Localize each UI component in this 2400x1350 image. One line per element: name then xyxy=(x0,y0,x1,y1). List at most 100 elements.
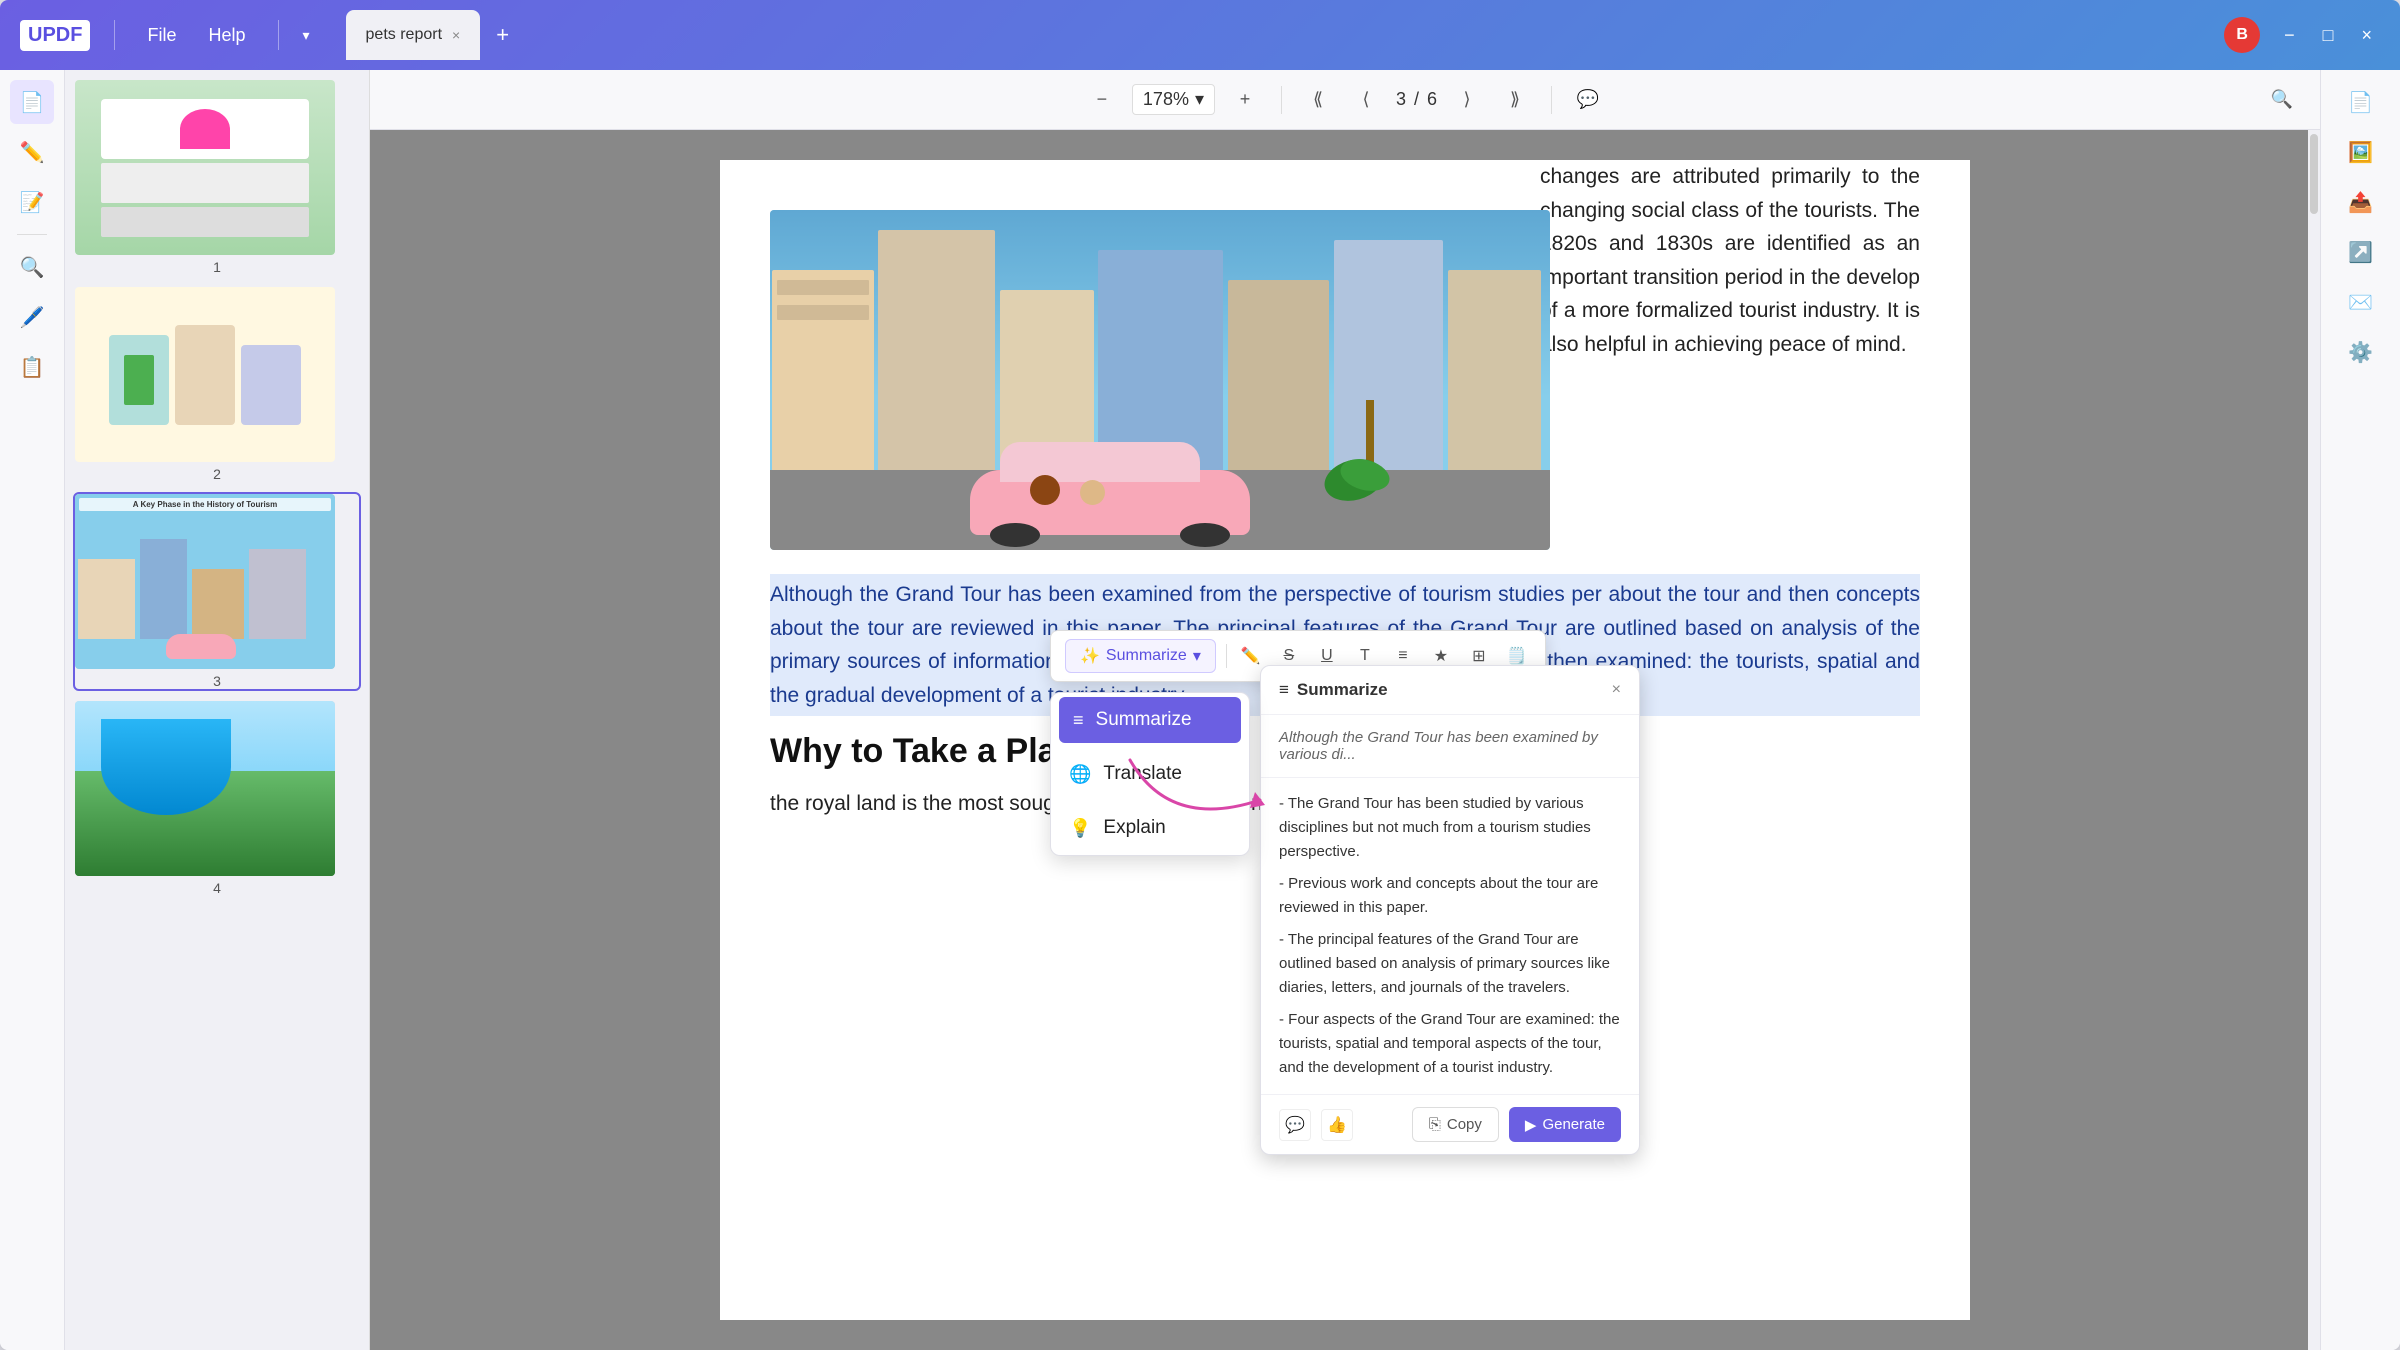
toolbar-right: 🔍 xyxy=(2264,82,2300,118)
summarize-panel: ≡ Summarize × Although the Grand Tour ha… xyxy=(1260,665,1640,1155)
bullet-3: - The principal features of the Grand To… xyxy=(1279,928,1621,1000)
copy-btn[interactable]: ⎘ Copy xyxy=(1412,1107,1499,1142)
close-btn[interactable]: × xyxy=(2353,21,2380,50)
bullet-2: - Previous work and concepts about the t… xyxy=(1279,872,1621,920)
app-logo: UPDF xyxy=(20,20,90,51)
footer-icons: 💬 👍 xyxy=(1279,1109,1353,1141)
panel-close-btn[interactable]: × xyxy=(1612,681,1621,699)
menu-item-explain[interactable]: 💡 Explain xyxy=(1051,801,1249,855)
summarize-dropdown-btn[interactable]: ✨ Summarize ▾ xyxy=(1065,639,1216,673)
scroll-thumb[interactable] xyxy=(2310,134,2318,214)
right-icon-image[interactable]: 🖼️ xyxy=(2339,130,2383,174)
translate-menu-label: Translate xyxy=(1103,763,1182,785)
scrollbar[interactable] xyxy=(2308,130,2320,1350)
left-sidebar: 📄 ✏️ 📝 🔍 🖊️ 📋 xyxy=(0,70,65,1350)
translate-menu-icon: 🌐 xyxy=(1069,764,1091,785)
zoom-level: 178% xyxy=(1143,89,1189,110)
comment-btn[interactable]: 💬 xyxy=(1570,82,1606,118)
thumb-img-2 xyxy=(75,287,335,462)
panel-title-text: Summarize xyxy=(1297,680,1388,700)
summarize-menu-icon: ≡ xyxy=(1073,710,1084,731)
panel-header: ≡ Summarize × xyxy=(1261,666,1639,715)
zoom-dropdown-icon: ▾ xyxy=(1195,89,1204,110)
tab-area: pets report × + xyxy=(346,10,510,60)
sidebar-icon-stamp[interactable]: 🖊️ xyxy=(10,295,54,339)
zoom-in-btn[interactable]: + xyxy=(1227,82,1263,118)
thumbnail-3[interactable]: A Key Phase in the History of Tourism 3 xyxy=(75,494,359,689)
thumb-num-4: 4 xyxy=(75,880,359,896)
page-main-image xyxy=(770,210,1550,550)
right-icon-document[interactable]: 📄 xyxy=(2339,80,2383,124)
right-icon-share[interactable]: ↗️ xyxy=(2339,230,2383,274)
minimize-btn[interactable]: − xyxy=(2276,21,2303,50)
menu-item-summarize[interactable]: ≡ Summarize xyxy=(1059,697,1241,743)
page-sep: / xyxy=(1414,89,1419,110)
current-page: 3 xyxy=(1396,89,1406,110)
panel-title: ≡ Summarize xyxy=(1279,680,1388,700)
app-window: UPDF File Help ▾ pets report × + B − □ ×… xyxy=(0,0,2400,1350)
generate-label: Generate xyxy=(1542,1116,1605,1133)
footer-like-btn[interactable]: 👍 xyxy=(1321,1109,1353,1141)
right-text-column: changes are attributed primarily to the … xyxy=(1540,160,1920,362)
copy-label: Copy xyxy=(1447,1116,1482,1133)
footer-actions: ⎘ Copy ▶ Generate xyxy=(1412,1107,1621,1142)
zoom-out-btn[interactable]: − xyxy=(1084,82,1120,118)
right-icon-extract[interactable]: 📤 xyxy=(2339,180,2383,224)
bullet-4: - Four aspects of the Grand Tour are exa… xyxy=(1279,1008,1621,1080)
sidebar-icon-search[interactable]: 🔍 xyxy=(10,245,54,289)
magic-icon: ✨ xyxy=(1080,646,1100,666)
right-panel: 📄 🖼️ 📤 ↗️ ✉️ ⚙️ xyxy=(2320,70,2400,1350)
tab-close-btn[interactable]: × xyxy=(452,27,460,43)
summarize-menu-label: Summarize xyxy=(1096,709,1192,731)
page-next-btn[interactable]: ⟩ xyxy=(1449,82,1485,118)
footer-comment-btn[interactable]: 💬 xyxy=(1279,1109,1311,1141)
window-controls: − □ × xyxy=(2276,21,2380,50)
summarize-label: Summarize xyxy=(1106,647,1187,665)
explain-menu-icon: 💡 xyxy=(1069,818,1091,839)
doc-area: changes are attributed primarily to the … xyxy=(370,130,2320,1350)
thumb-num-2: 2 xyxy=(75,466,359,482)
generate-btn[interactable]: ▶ Generate xyxy=(1509,1107,1621,1142)
page-first-btn[interactable]: ⟪ xyxy=(1300,82,1336,118)
sidebar-icon-document[interactable]: 📄 xyxy=(10,80,54,124)
search-btn[interactable]: 🔍 xyxy=(2264,82,2300,118)
page-prev-btn[interactable]: ⟨ xyxy=(1348,82,1384,118)
titlebar-right: B − □ × xyxy=(2224,17,2380,53)
panel-title-icon: ≡ xyxy=(1279,680,1289,700)
bullet-1: - The Grand Tour has been studied by var… xyxy=(1279,792,1621,864)
generate-icon: ▶ xyxy=(1525,1116,1537,1134)
sidebar-icon-edit[interactable]: ✏️ xyxy=(10,130,54,174)
menu-file[interactable]: File xyxy=(139,21,184,50)
tab-pets-report[interactable]: pets report × xyxy=(346,10,481,60)
panel-preview: Although the Grand Tour has been examine… xyxy=(1261,715,1639,778)
thumb-img-4 xyxy=(75,701,335,876)
toolbar: − 178% ▾ + ⟪ ⟨ 3 / 6 ⟩ ⟫ 💬 � xyxy=(370,70,2320,130)
thumbnail-4[interactable]: 4 xyxy=(75,701,359,896)
menu-item-translate[interactable]: 🌐 Translate xyxy=(1051,747,1249,801)
dropdown-chevron: ▾ xyxy=(1193,646,1201,666)
right-icon-settings[interactable]: ⚙️ xyxy=(2339,330,2383,374)
menu-help[interactable]: Help xyxy=(200,21,253,50)
thumbnail-2[interactable]: 2 xyxy=(75,287,359,482)
sidebar-icon-pages[interactable]: 📋 xyxy=(10,345,54,389)
sidebar-icon-annotate[interactable]: 📝 xyxy=(10,180,54,224)
titlebar-divider2 xyxy=(278,20,279,50)
page-last-btn[interactable]: ⟫ xyxy=(1497,82,1533,118)
thumb-img-3: A Key Phase in the History of Tourism xyxy=(75,494,335,669)
tab-add-btn[interactable]: + xyxy=(496,22,509,48)
thumbnail-1[interactable]: 1 xyxy=(75,80,359,275)
zoom-display[interactable]: 178% ▾ xyxy=(1132,84,1215,115)
dropdown-menu: ≡ Summarize 🌐 Translate 💡 Explain xyxy=(1050,692,1250,856)
user-avatar: B xyxy=(2224,17,2260,53)
thumbnail-panel: 1 2 xyxy=(65,70,370,1350)
thumb-num-1: 1 xyxy=(75,259,359,275)
copy-icon: ⎘ xyxy=(1429,1116,1441,1133)
maximize-btn[interactable]: □ xyxy=(2315,21,2342,50)
dropdown-arrow[interactable]: ▾ xyxy=(303,27,310,44)
titlebar: UPDF File Help ▾ pets report × + B − □ × xyxy=(0,0,2400,70)
titlebar-divider xyxy=(114,20,115,50)
right-icon-email[interactable]: ✉️ xyxy=(2339,280,2383,324)
toolbar-div1 xyxy=(1281,86,1282,114)
sidebar-divider xyxy=(17,234,47,235)
panel-content: - The Grand Tour has been studied by var… xyxy=(1261,778,1639,1094)
